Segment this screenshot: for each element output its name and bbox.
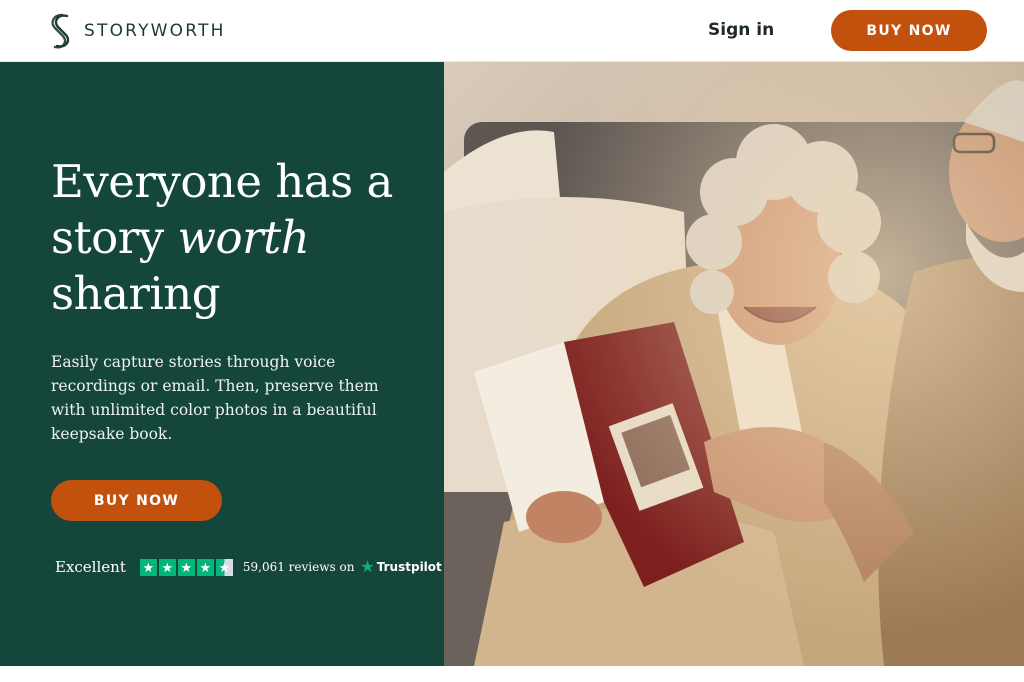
sign-in-link[interactable]: Sign in <box>708 20 774 40</box>
hero-photo-illustration <box>444 62 1024 666</box>
trustpilot-star-icon: ★ <box>360 559 375 576</box>
star-icon: ★ <box>177 558 195 576</box>
storyworth-s-logo-icon <box>51 13 70 49</box>
headline-line-3: sharing <box>51 267 221 320</box>
hero-headline: Everyone has a story worth sharing <box>51 154 411 322</box>
header-buy-now-button[interactable]: BUY NOW <box>831 10 987 51</box>
brand-logo[interactable]: STORYWORTH <box>50 11 226 51</box>
rating-stars: ★ ★ ★ ★ ★ <box>139 558 233 576</box>
site-header: STORYWORTH Sign in BUY NOW <box>0 0 1024 62</box>
brand-name: STORYWORTH <box>84 21 226 41</box>
headline-worth: worth <box>177 211 310 264</box>
hero-text-panel: Everyone has a story worth sharing Easil… <box>0 62 444 666</box>
page-bottom-strip <box>0 666 1024 682</box>
hero-buy-now-button[interactable]: BUY NOW <box>51 480 222 521</box>
star-icon: ★ <box>139 558 157 576</box>
rating-word: Excellent <box>55 558 126 576</box>
review-count: 59,061 reviews on <box>242 560 355 574</box>
star-icon: ★ <box>196 558 214 576</box>
headline-story: story <box>51 211 178 264</box>
hero-description: Easily capture stories through voice rec… <box>51 353 379 443</box>
trustpilot-name: Trustpilot <box>376 560 442 574</box>
headline-line-1: Everyone has a <box>51 155 393 208</box>
trustpilot-rating[interactable]: Excellent ★ ★ ★ ★ ★ 59,061 reviews on ★ … <box>55 556 442 578</box>
half-star-icon: ★ <box>215 558 233 576</box>
hero-photo <box>444 62 1024 666</box>
star-icon: ★ <box>158 558 176 576</box>
